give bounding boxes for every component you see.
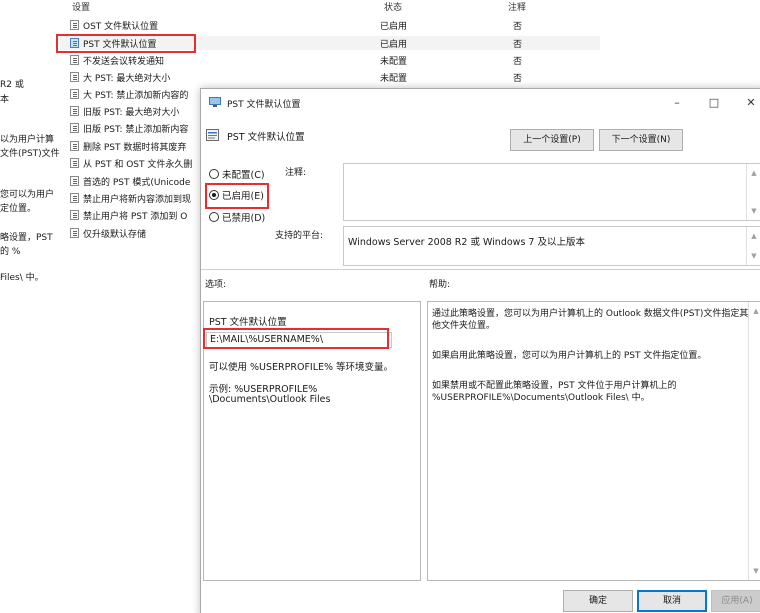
help-label: 帮助: xyxy=(429,280,451,290)
apply-button[interactable]: 应用(A) xyxy=(711,590,760,612)
option-example-line2: \Documents\Outlook Files xyxy=(209,394,331,405)
policy-setting-icon xyxy=(70,106,79,116)
policy-name: 删除 PST 数据时将其废弃 xyxy=(83,143,187,153)
next-setting-button[interactable]: 下一个设置(N) xyxy=(599,129,683,151)
close-icon[interactable]: ✕ xyxy=(743,95,759,111)
policy-dialog: PST 文件默认位置 – □ ✕ PST 文件默认位置 上一个设置(P) 下一个… xyxy=(200,88,760,613)
policy-row[interactable]: 不发送会议转发通知 未配置 否 xyxy=(60,53,600,67)
highlight-box-path xyxy=(203,328,389,349)
group-policy-icon xyxy=(209,97,221,107)
policy-setting-icon xyxy=(70,176,79,186)
policy-setting-icon xyxy=(70,20,79,30)
help-paragraph: 如果启用此策略设置，您可以为用户计算机上的 PST 文件指定位置。 xyxy=(432,351,707,361)
divider xyxy=(201,269,760,270)
screen: 设置 状态 注释 OST 文件默认位置 已启用 否 PST 文件默认位置 已启用… xyxy=(0,0,760,613)
radio-circle[interactable] xyxy=(209,212,219,222)
background-help-fragment: 以为用户计算 xyxy=(0,135,55,145)
option-example-line1: 示例: %USERPROFILE% xyxy=(209,384,318,395)
platform-box: Windows Server 2008 R2 或 Windows 7 及以上版本… xyxy=(343,226,760,266)
scroll-up-icon[interactable]: ▲ xyxy=(749,168,759,178)
policy-setting-icon xyxy=(70,72,79,82)
policy-list-header: 设置 状态 注释 xyxy=(0,0,760,13)
platform-value: Windows Server 2008 R2 或 Windows 7 及以上版本 xyxy=(348,237,585,248)
background-help-fragment: 定位置。 xyxy=(0,204,37,214)
radio-label: 已禁用(D) xyxy=(222,213,266,224)
scroll-up-icon[interactable]: ▲ xyxy=(749,231,759,241)
comment-textbox[interactable]: ▲ ▼ xyxy=(343,163,760,221)
policy-state: 未配置 xyxy=(380,74,408,84)
policy-setting-icon xyxy=(70,228,79,238)
previous-setting-button[interactable]: 上一个设置(P) xyxy=(510,129,594,151)
options-label: 选项: xyxy=(205,280,227,290)
policy-name: OST 文件默认位置 xyxy=(83,22,159,32)
option-field-label: PST 文件默认位置 xyxy=(209,317,287,328)
minimize-icon[interactable]: – xyxy=(669,95,685,111)
policy-name: 首选的 PST 模式(Unicode xyxy=(83,178,191,188)
comment-scrollbar[interactable]: ▲ ▼ xyxy=(746,164,760,220)
policy-name: 旧版 PST: 最大绝对大小 xyxy=(83,108,180,118)
radio-disabled[interactable]: 已禁用(D) xyxy=(209,210,265,224)
cancel-button[interactable]: 取消 xyxy=(637,590,707,612)
policy-setting-icon xyxy=(70,210,79,220)
policy-setting-icon xyxy=(70,123,79,133)
comment-label: 注释: xyxy=(285,168,307,178)
policy-setting-icon xyxy=(70,141,79,151)
column-header-state[interactable]: 状态 xyxy=(384,0,402,13)
policy-name: 禁止用户将新内容添加到现 xyxy=(83,195,192,205)
policy-name: 不发送会议转发通知 xyxy=(83,57,165,67)
highlight-box-enabled xyxy=(205,183,269,209)
policy-setting-icon xyxy=(70,89,79,99)
policy-name: 仅升级默认存储 xyxy=(83,230,147,240)
scroll-down-icon[interactable]: ▼ xyxy=(749,206,759,216)
scroll-down-icon[interactable]: ▼ xyxy=(751,566,760,576)
policy-row[interactable]: 大 PST: 最大绝对大小 未配置 否 xyxy=(60,70,600,84)
policy-name: 禁止用户将 PST 添加到 O xyxy=(83,212,188,222)
help-scrollbar[interactable]: ▲ ▼ xyxy=(748,302,760,580)
policy-row[interactable]: OST 文件默认位置 已启用 否 xyxy=(60,18,600,32)
background-help-fragment: 略设置，PST xyxy=(0,233,53,243)
policy-comment: 否 xyxy=(513,57,523,67)
policy-state: 未配置 xyxy=(380,57,408,67)
scroll-up-icon[interactable]: ▲ xyxy=(751,306,760,316)
help-paragraph: 如果禁用或不配置此策略设置，PST 文件位于用户计算机上的 %USERPROFI… xyxy=(432,381,677,403)
policy-setting-icon xyxy=(70,55,79,65)
radio-circle[interactable] xyxy=(209,169,219,179)
policy-comment: 否 xyxy=(513,74,523,84)
policy-comment: 否 xyxy=(513,40,523,50)
setting-page-icon xyxy=(206,129,219,141)
scroll-down-icon[interactable]: ▼ xyxy=(749,251,759,261)
policy-comment: 否 xyxy=(513,22,523,32)
background-help-fragment: 您可以为用户 xyxy=(0,190,55,200)
radio-label: 未配置(C) xyxy=(222,170,265,181)
platform-label: 支持的平台: xyxy=(275,231,324,241)
policy-name: 从 PST 和 OST 文件永久删 xyxy=(83,160,193,170)
background-help-fragment: R2 或 xyxy=(0,80,24,90)
background-help-fragment: Files\ 中。 xyxy=(0,273,44,283)
policy-setting-icon xyxy=(70,158,79,168)
column-header-comment[interactable]: 注释 xyxy=(508,0,526,13)
policy-state: 已启用 xyxy=(380,40,408,50)
dialog-titlebar[interactable]: PST 文件默认位置 – □ ✕ xyxy=(201,89,760,117)
highlight-box-policy xyxy=(56,34,196,53)
dialog-title: PST 文件默认位置 xyxy=(227,100,301,110)
ok-button[interactable]: 确定 xyxy=(563,590,633,612)
help-panel: 通过此策略设置，您可以为用户计算机上的 Outlook 数据文件(PST)文件指… xyxy=(427,301,760,581)
background-help-fragment: 文件(PST)文件 xyxy=(0,149,60,159)
maximize-icon[interactable]: □ xyxy=(706,95,722,111)
background-help-fragment: 的 % xyxy=(0,247,21,257)
background-help-fragment: 本 xyxy=(0,95,10,105)
policy-setting-icon xyxy=(70,193,79,203)
policy-name: 旧版 PST: 禁止添加新内容 xyxy=(83,125,189,135)
policy-name: 大 PST: 最大绝对大小 xyxy=(83,74,171,84)
radio-not-configured[interactable]: 未配置(C) xyxy=(209,167,265,181)
help-paragraph: 通过此策略设置，您可以为用户计算机上的 Outlook 数据文件(PST)文件指… xyxy=(432,309,749,331)
setting-title: PST 文件默认位置 xyxy=(227,132,305,143)
policy-name: 大 PST: 禁止添加新内容的 xyxy=(83,91,189,101)
column-header-setting[interactable]: 设置 xyxy=(72,0,90,13)
option-note: 可以使用 %USERPROFILE% 等环境变量。 xyxy=(209,362,394,373)
platform-scrollbar[interactable]: ▲ ▼ xyxy=(746,227,760,265)
policy-state: 已启用 xyxy=(380,22,408,32)
